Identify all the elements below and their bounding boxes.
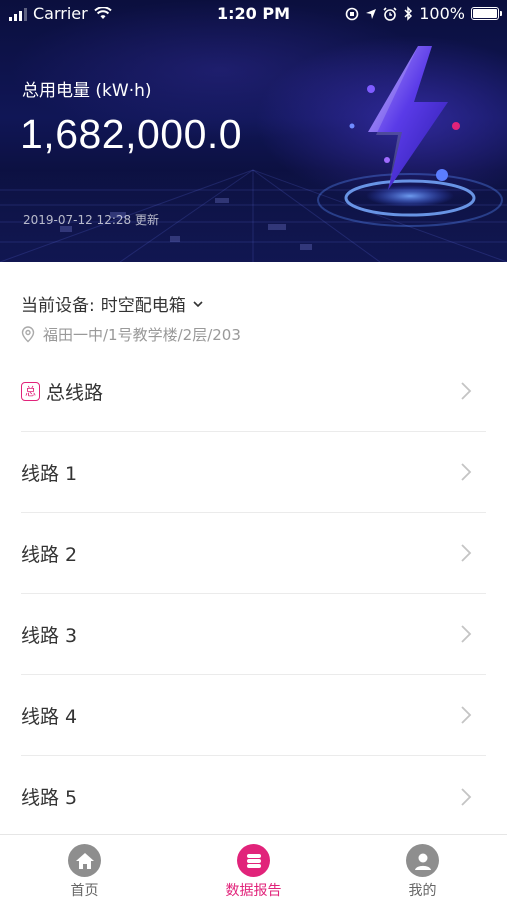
circuit-label: 线路 3 xyxy=(21,624,78,647)
chevron-right-icon xyxy=(461,463,472,481)
circuit-label: 线路 4 xyxy=(21,705,78,728)
tab-label: 我的 xyxy=(408,883,437,899)
tab-profile[interactable]: 我的 xyxy=(338,835,507,900)
lightning-icon xyxy=(368,46,448,190)
home-icon xyxy=(68,844,101,877)
total-badge-icon: 总 xyxy=(21,381,40,401)
location-text: 福田一中/1号教学楼/2层/203 xyxy=(43,326,241,344)
tab-label: 数据报告 xyxy=(225,883,282,899)
header-banner: Carrier 1:20 PM 100% 总用电量 (kW·h) 1,682,0… xyxy=(0,0,507,262)
device-name: 时空配电箱 xyxy=(100,296,186,316)
tab-bar: 首页 数据报告 我的 xyxy=(0,834,507,900)
chevron-down-icon xyxy=(193,300,203,307)
updated-time: 2019-07-12 12:28 更新 xyxy=(23,213,159,227)
chevron-right-icon xyxy=(461,382,472,400)
chevron-right-icon xyxy=(461,787,472,806)
battery-percent: 100% xyxy=(419,4,465,23)
profile-icon xyxy=(406,844,439,877)
total-energy-value: 1,682,000.0 xyxy=(20,111,243,157)
bluetooth-icon xyxy=(404,6,413,21)
list-item-circuit-2[interactable]: 线路 2 xyxy=(21,513,486,594)
location-arrow-icon xyxy=(366,8,377,19)
tab-label: 首页 xyxy=(70,883,99,899)
tab-data-report[interactable]: 数据报告 xyxy=(169,835,338,900)
chevron-right-icon xyxy=(461,544,472,562)
chevron-right-icon xyxy=(461,706,472,724)
circuit-label: 线路 2 xyxy=(21,543,78,566)
alarm-icon xyxy=(383,6,397,21)
device-label: 当前设备: xyxy=(21,296,95,316)
rotation-lock-icon xyxy=(345,7,359,20)
list-item-circuit-4[interactable]: 线路 4 xyxy=(21,675,486,756)
device-selector[interactable]: 当前设备: 时空配电箱 xyxy=(21,291,204,316)
chevron-right-icon xyxy=(461,625,472,643)
data-report-icon xyxy=(237,844,270,877)
list-item-total-circuit[interactable]: 总 总线路 xyxy=(21,351,486,432)
list-item-circuit-3[interactable]: 线路 3 xyxy=(21,594,486,675)
tab-home[interactable]: 首页 xyxy=(0,835,169,900)
list-item-circuit-5[interactable]: 线路 5 xyxy=(21,756,486,837)
battery-icon xyxy=(471,7,502,20)
circuit-label: 总线路 xyxy=(46,381,104,404)
location-pin-icon xyxy=(21,326,35,343)
circuit-label: 线路 1 xyxy=(21,462,78,485)
status-bar: Carrier 1:20 PM 100% xyxy=(0,0,507,28)
list-item-circuit-1[interactable]: 线路 1 xyxy=(21,432,486,513)
device-location: 福田一中/1号教学楼/2层/203 xyxy=(21,324,241,345)
circuit-label: 线路 5 xyxy=(21,787,78,809)
total-energy-label: 总用电量 (kW·h) xyxy=(22,81,152,101)
circuit-list: 总 总线路 线路 1 线路 2 线路 3 线路 4 线路 5 xyxy=(21,351,486,837)
